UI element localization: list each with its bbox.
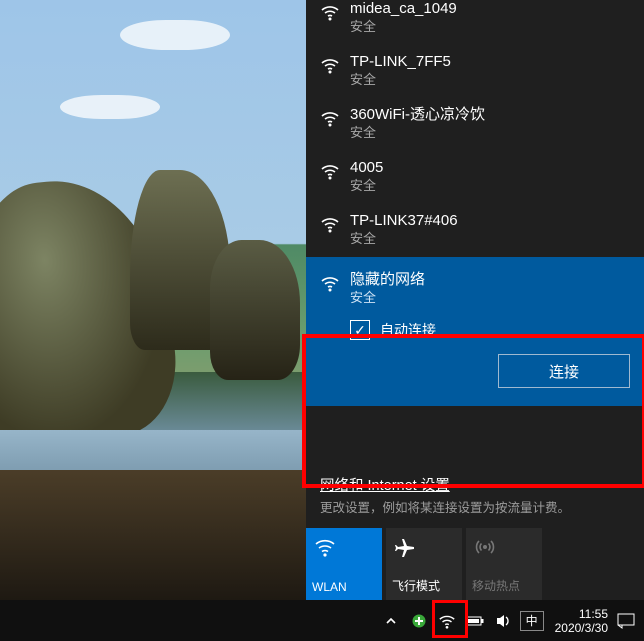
wifi-ssid: 360WiFi-透心凉冷饮 [350, 106, 485, 124]
tray-ime-indicator[interactable]: 中 [520, 611, 544, 631]
tray-battery-icon[interactable] [464, 611, 486, 631]
wifi-network-item[interactable]: TP-LINK37#406安全 [306, 204, 644, 257]
wifi-network-item[interactable]: 4005安全 [306, 151, 644, 204]
connect-button[interactable]: 连接 [498, 354, 630, 388]
wifi-security: 安全 [350, 18, 457, 35]
wifi-signal-icon [320, 161, 340, 181]
quick-wlan-button[interactable]: WLAN [306, 528, 382, 600]
wifi-security: 安全 [350, 230, 458, 247]
quick-airplane-button[interactable]: 飞行模式 [386, 528, 462, 600]
wifi-ssid: TP-LINK37#406 [350, 212, 458, 230]
tray-volume-icon[interactable] [492, 611, 514, 631]
quick-wlan-label: WLAN [312, 580, 376, 594]
airplane-icon [394, 536, 416, 558]
tray-overflow-chevron-icon[interactable] [380, 611, 402, 631]
tray-date: 2020/3/30 [555, 621, 608, 635]
tray-clock[interactable]: 11:55 2020/3/30 [555, 607, 608, 635]
wifi-signal-icon [320, 108, 340, 128]
wifi-security: 安全 [350, 177, 383, 194]
network-flyout: midea_ca_1049安全 TP-LINK_7FF5安全 360WiFi-透… [306, 0, 644, 600]
wifi-icon [314, 536, 336, 558]
hotspot-icon [474, 536, 496, 558]
wifi-signal-icon [320, 2, 340, 22]
auto-connect-label: 自动连接 [380, 320, 436, 340]
wifi-ssid: 4005 [350, 159, 383, 177]
quick-hotspot-label: 移动热点 [472, 577, 536, 594]
tray-notifications-icon[interactable] [616, 611, 636, 631]
wifi-network-item[interactable]: midea_ca_1049安全 [306, 0, 644, 45]
network-settings-link[interactable]: 网络和 Internet 设置 更改设置，例如将某连接设置为按流量计费。 [306, 464, 644, 528]
wifi-signal-icon [320, 55, 340, 75]
tray-status-icon[interactable] [408, 611, 430, 631]
wifi-network-item-selected[interactable]: 隐藏的网络安全 ✓ 自动连接 连接 [306, 257, 644, 406]
wifi-ssid: midea_ca_1049 [350, 0, 457, 18]
wifi-network-item[interactable]: 360WiFi-透心凉冷饮安全 [306, 98, 644, 151]
settings-title: 网络和 Internet 设置 [320, 474, 630, 495]
quick-hotspot-button[interactable]: 移动热点 [466, 528, 542, 600]
taskbar: 中 11:55 2020/3/30 [0, 600, 644, 641]
wifi-network-item[interactable]: TP-LINK_7FF5安全 [306, 45, 644, 98]
wifi-signal-icon [320, 214, 340, 234]
auto-connect-checkbox[interactable]: ✓ [350, 320, 370, 340]
settings-desc: 更改设置，例如将某连接设置为按流量计费。 [320, 497, 630, 516]
wifi-ssid: 隐藏的网络 [350, 271, 425, 289]
wifi-security: 安全 [350, 71, 451, 88]
tray-network-icon[interactable] [436, 611, 458, 631]
network-list: midea_ca_1049安全 TP-LINK_7FF5安全 360WiFi-透… [306, 0, 644, 464]
quick-airplane-label: 飞行模式 [392, 577, 456, 594]
wifi-ssid: TP-LINK_7FF5 [350, 53, 451, 71]
wifi-security: 安全 [350, 289, 425, 306]
quick-actions-row: WLAN 飞行模式 移动热点 [306, 528, 644, 600]
tray-time: 11:55 [579, 607, 608, 621]
wifi-signal-icon [320, 273, 340, 293]
wifi-security: 安全 [350, 124, 485, 141]
